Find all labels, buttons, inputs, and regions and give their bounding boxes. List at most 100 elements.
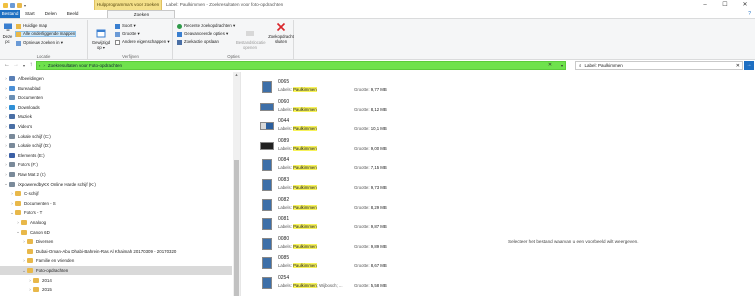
qat-dropdown-icon[interactable]: ▾ [24,3,26,8]
geavanceerde-opties-button[interactable]: Geavanceerde opties ▾ [177,31,228,37]
nav-item[interactable]: Dubai-Oman-Abu Dhabi-Bahrein-Ras Al Khai… [0,247,232,256]
tab-beeld[interactable]: Beeld [62,10,84,18]
huidige-map-button[interactable]: Huidige map [16,23,47,29]
nav-item[interactable]: › Muziek [0,112,232,121]
nav-item[interactable]: ⌄ Foto's - T [0,208,232,217]
search-go-button[interactable]: → [744,61,754,70]
clear-address-icon[interactable]: ✕ [546,61,554,70]
new-folder-icon[interactable] [17,2,22,8]
nav-item[interactable]: › C-schijf [0,189,232,198]
minimize-button[interactable]: – [695,0,715,10]
close-search-icon [276,22,286,32]
folder-icon [33,287,39,293]
nav-item[interactable]: ⌄ Canon 6D [0,228,232,237]
file-labels: Labels: Paulkimmen [278,204,317,210]
help-icon[interactable]: ? [748,11,751,17]
folder-icon[interactable] [3,2,8,8]
result-row[interactable]: 0254 Labels: Paulkimmen; Wijbosch; ... Gro… [248,272,438,294]
folder-icon [9,162,15,168]
nav-item[interactable]: › Familie en vrienden [0,256,232,265]
nav-item-label: Bureaublad [18,85,41,91]
folder-icon [16,23,21,29]
tab-start[interactable]: Start [20,10,40,18]
file-name: 0254 [278,275,290,281]
search-input[interactable]: ⌕ Label: Paulkimmen ✕ [575,61,743,70]
nav-item[interactable]: ⌄ iXpoweredbyKX Online Harde schijf (K:) [0,180,232,189]
address-row: ← → ▾ ↑ ▪ › Zoekresultaten voor Foto-opd… [0,60,755,71]
address-bar[interactable]: ▪ › Zoekresultaten voor Foto-opdrachten [36,61,566,70]
file-name: 0083 [278,177,290,183]
recent-searches-icon [177,23,182,29]
nav-item[interactable]: › Analoog [0,218,232,227]
nav-item-label: Afbeeldingen [18,76,44,81]
scroll-up-icon[interactable]: ▲ [233,72,240,78]
back-button[interactable]: ← [3,61,11,70]
nav-item[interactable]: › Lokale schijf (D:) [0,141,232,150]
file-size: Grootte: 8,12 MB [354,107,387,112]
nav-item-label: Familie en vrienden [36,258,75,264]
folder-icon [9,133,15,139]
address-dropdown-icon[interactable]: ▾ [558,61,566,70]
nav-scrollbar[interactable]: ▲ [233,72,240,296]
andere-eigenschappen-button[interactable]: Andere eigenschappen ▾ [115,39,170,45]
nav-item[interactable]: › 2014 [0,276,232,285]
navigation-pane: › Afbeeldingen › Bureaublad › Documenten › Down… [0,72,240,296]
label-highlight: Paulkimmen [293,283,317,288]
nav-scrollbar-thumb[interactable] [234,160,239,296]
nav-item[interactable]: › Elements (E:) [0,151,232,160]
close-button[interactable]: ✕ [735,0,755,10]
nav-item[interactable]: › Downloads [0,103,232,112]
opnieuw-zoeken-button[interactable]: Opnieuw zoeken in ▾ [16,40,63,46]
nav-item-label: Foto-opdrachten [36,268,69,273]
nav-item[interactable]: › Diversen [0,237,232,246]
ribbon-tabs: Bestand Start Delen Beeld Zoeken ? [0,10,755,18]
forward-button[interactable]: → [12,61,20,70]
tab-delen[interactable]: Delen [40,10,62,18]
file-size: Grootte: 9,77 MB [354,87,387,92]
zoekactie-opslaan-button[interactable]: Zoekactie opslaan [177,39,219,45]
alle-submappen-button[interactable]: Alle onderliggende mappen [15,31,77,37]
soort-button[interactable]: Soort ▾ [115,23,136,29]
nav-item[interactable]: › Video's [0,122,232,131]
file-name: 0080 [278,235,290,242]
bestandslocatie-openen-button[interactable]: Bestandslocatie openen [236,28,266,50]
tab-bestand[interactable]: Bestand [0,10,20,18]
file-name: 0084 [278,157,290,164]
nav-item[interactable]: › Afbeeldingen [0,74,232,83]
pane-divider[interactable] [240,72,241,296]
grootte-button[interactable]: Grootte ▾ [115,31,140,37]
up-button[interactable]: ↑ [27,61,35,70]
zoekopdracht-sluiten-button[interactable]: Zoekopdracht sluiten [268,22,294,44]
maximize-button[interactable]: ☐ [715,0,735,10]
nav-item-label: Dubai-Oman-Abu Dhabi-Bahrein-Ras Al Khai… [36,248,177,254]
nav-item[interactable]: ⌄ Foto-opdrachten [0,266,232,275]
file-labels: Labels: Paulkimmen [278,263,317,269]
size-value: 9,89 MB [370,243,387,249]
breadcrumb-current[interactable]: Zoekresultaten voor Foto-opdrachten [48,63,122,68]
labels-prefix: Labels: [278,204,294,210]
tab-zoeken[interactable]: Zoeken [107,10,176,18]
title-bar: ▾ Hulpprogramma's voor zoeken Label: Pau… [0,0,755,10]
size-value: 8,67 MB [370,263,387,269]
nav-item[interactable]: › Documenten - S [0,199,232,208]
nav-item[interactable]: › Raw Mat 2 (I:) [0,170,232,179]
thumbnail-image [260,102,274,111]
recente-zoekopdrachten-button[interactable]: Recente zoekopdrachten ▾ [177,23,235,29]
folder-icon [21,229,27,235]
labels-prefix: Labels: [278,106,294,112]
nav-item[interactable]: › Bureaublad [0,84,232,93]
properties-icon[interactable] [10,2,15,8]
nav-item[interactable]: › Foto's (F:) [0,160,232,169]
folder-icon [15,210,21,216]
bestandslocatie-openen-label: Bestandslocatie openen [236,40,266,50]
nav-item[interactable]: › Documenten [0,93,232,102]
clear-search-icon[interactable]: ✕ [736,62,740,70]
nav-item[interactable]: › Lokale schijf (C:) [0,132,232,141]
deze-pc-button[interactable]: Deze pc [1,22,14,44]
nav-item[interactable]: › 2015 [0,285,232,294]
gewijzigd-op-button[interactable]: Gewijzigd op ▾ [90,28,112,50]
file-name: 0060 [278,98,290,105]
size-label: Grootte: [354,263,370,269]
thumbnail-image [260,122,274,131]
labels-prefix: Labels: [278,224,294,230]
